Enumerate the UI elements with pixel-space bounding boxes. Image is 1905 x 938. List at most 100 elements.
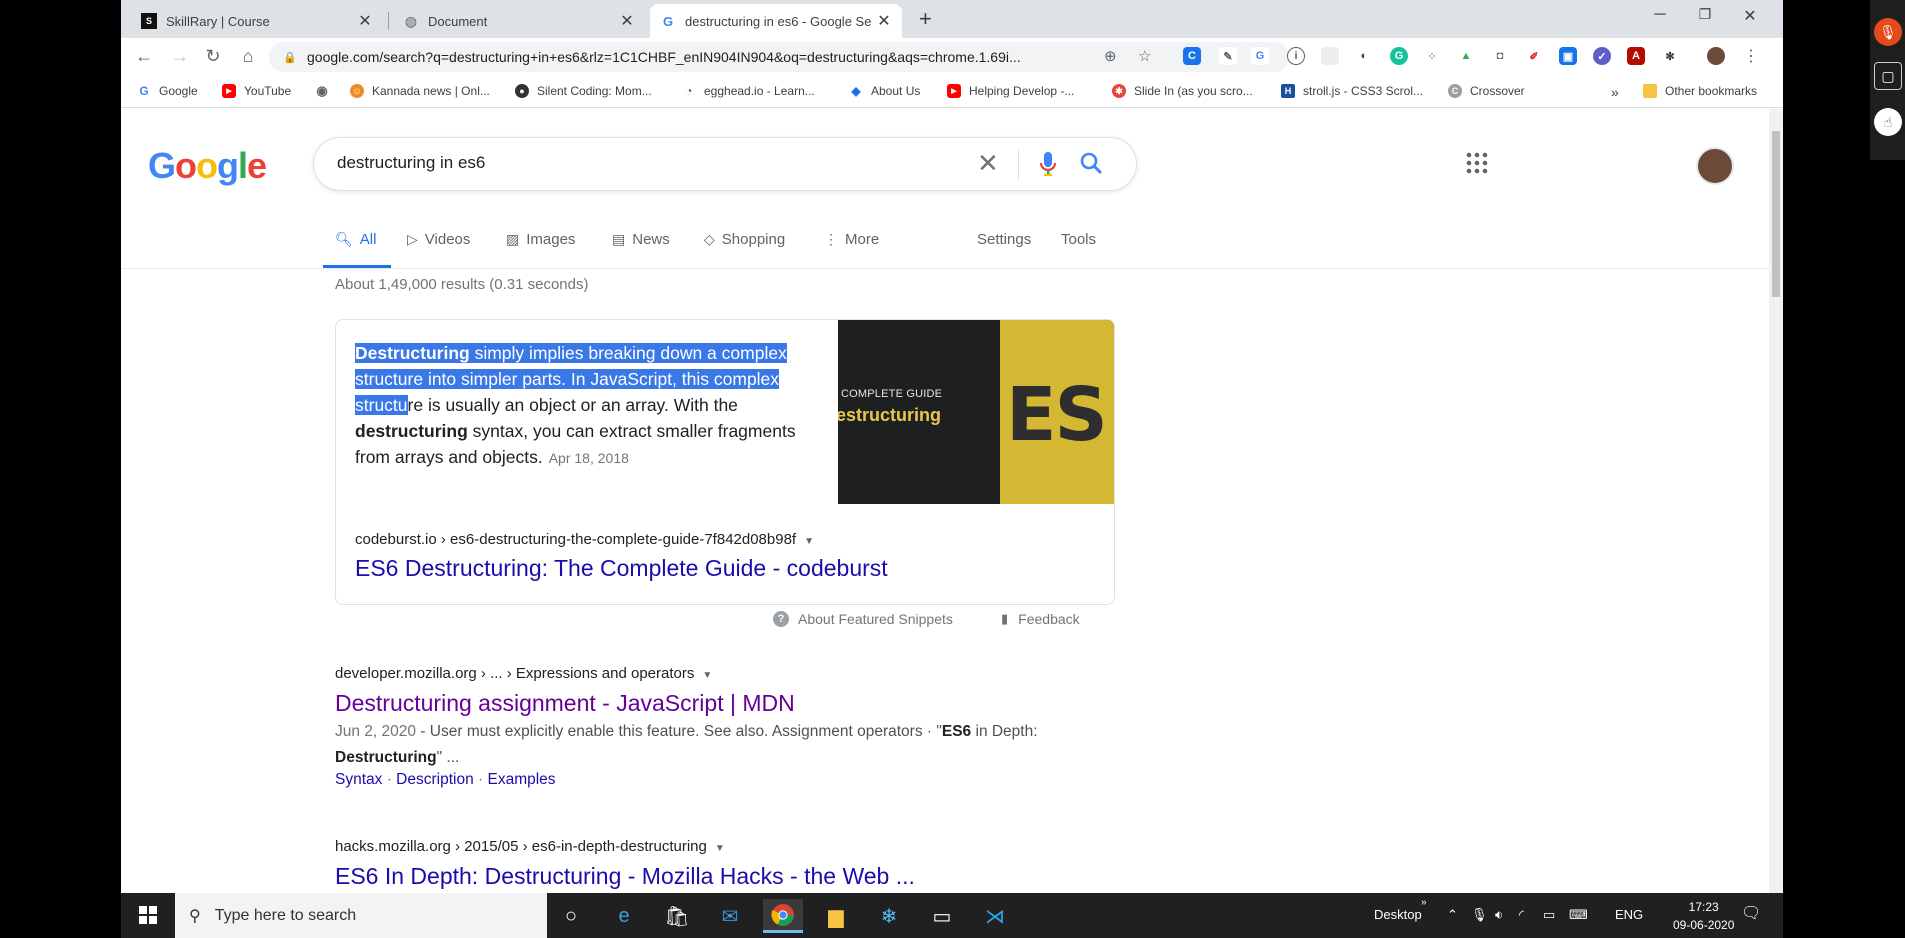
vscode-icon[interactable]: ⋊	[975, 899, 1015, 933]
taskbar-search-input[interactable]: ⚲ Type here to search	[175, 893, 547, 938]
close-icon[interactable]: ✕	[357, 11, 373, 31]
store-icon[interactable]: 🛍︎	[657, 899, 697, 933]
bookmark-crossover[interactable]: C Crossover	[1448, 84, 1525, 98]
address-bar[interactable]: 🔒 google.com/search?q=destructuring+in+e…	[269, 42, 1289, 72]
tab-more[interactable]: ⋮ More	[824, 231, 879, 248]
microphone-icon[interactable]	[1037, 150, 1059, 183]
extension-bug-icon[interactable]: ✻	[1661, 47, 1679, 65]
sitelink-syntax[interactable]: Syntax	[335, 771, 382, 788]
extension-c-icon[interactable]: C	[1183, 47, 1201, 65]
extension-pen-icon[interactable]: ✎	[1219, 47, 1237, 65]
minimize-button[interactable]: ─	[1645, 6, 1675, 24]
tab-shopping[interactable]: ◇ Shopping	[704, 231, 785, 248]
grammarly-icon[interactable]: G	[1390, 47, 1408, 65]
wifi-icon[interactable]: ◜	[1519, 907, 1524, 923]
notifications-icon[interactable]: 🗨︎	[1741, 903, 1761, 923]
desktop-toolbar-label[interactable]: Desktop	[1374, 907, 1422, 922]
caret-down-icon[interactable]: ▼	[715, 843, 725, 854]
bookmark-youtube[interactable]: ▶ YouTube	[222, 84, 291, 98]
extension-dots-icon[interactable]: ⁘	[1423, 47, 1441, 65]
tab-tools[interactable]: Tools	[1061, 231, 1096, 248]
battery-icon[interactable]: ▭	[1543, 907, 1555, 923]
tab-images[interactable]: ▨ Images	[506, 231, 575, 248]
extension-dark-mode-icon[interactable]: ◐	[1355, 47, 1373, 65]
caret-down-icon[interactable]: ▼	[702, 670, 712, 681]
bookmark-stroll-js[interactable]: Hstroll.js - CSS3 Scrol...	[1281, 84, 1423, 98]
search-icon[interactable]	[1079, 150, 1105, 183]
account-avatar[interactable]	[1696, 147, 1734, 185]
new-tab-button[interactable]: +	[919, 8, 932, 30]
search-input[interactable]: destructuring in es6 ✕	[313, 137, 1137, 191]
pdf-icon[interactable]: A	[1627, 47, 1645, 65]
volume-icon[interactable]: 🔉︎	[1495, 907, 1503, 923]
camera-icon[interactable]: ◘	[1491, 47, 1509, 65]
drive-icon[interactable]: ▲	[1457, 47, 1475, 65]
terminal-icon[interactable]: ▭	[922, 899, 962, 933]
result-title-link[interactable]: ES6 In Depth: Destructuring - Mozilla Ha…	[335, 863, 1095, 890]
bookmark-egghead[interactable]: ◔ egghead.io - Learn...	[682, 84, 815, 98]
bookmark-other[interactable]: Other bookmarks	[1643, 84, 1757, 98]
bookmark-silent-coding[interactable]: ● Silent Coding: Mom...	[515, 84, 652, 98]
bookmark-about-us[interactable]: ◆ About Us	[849, 84, 920, 98]
google-logo[interactable]: Google	[148, 145, 267, 187]
bookmark-google[interactable]: G Google	[137, 84, 198, 98]
restore-button[interactable]: ❐	[1690, 6, 1720, 23]
back-icon[interactable]: ←	[132, 46, 156, 67]
close-icon[interactable]: ✕	[876, 11, 892, 31]
language-indicator[interactable]: ENG	[1615, 907, 1643, 922]
edge-icon[interactable]: e	[604, 899, 644, 933]
sitelink-examples[interactable]: Examples	[487, 771, 555, 788]
forward-icon[interactable]: →	[168, 46, 192, 67]
clock[interactable]: 17:23 09-06-2020	[1673, 898, 1734, 934]
task-view-icon[interactable]: ○	[551, 899, 591, 933]
page-scrollbar[interactable]	[1769, 109, 1783, 893]
extension-square-icon[interactable]	[1321, 47, 1339, 65]
tab-google-search[interactable]: G destructuring in es6 - Google Se ✕	[650, 4, 902, 38]
chrome-icon[interactable]	[763, 899, 803, 933]
mic-off-icon[interactable]: 🎙︎	[1874, 18, 1902, 46]
result-cite[interactable]: hacks.mozilla.org › 2015/05 › es6-in-dep…	[335, 838, 1095, 855]
tab-videos[interactable]: ▷ Videos	[407, 231, 470, 248]
scrollbar-thumb[interactable]	[1772, 131, 1780, 297]
bookmark-slide-in[interactable]: ✱ Slide In (as you scro...	[1112, 84, 1253, 98]
bookmark-helping-develop[interactable]: ▶ Helping Develop -...	[947, 84, 1074, 98]
snippet-thumbnail[interactable]: ES COMPLETE GUIDE estructuring	[838, 320, 1114, 504]
feedback-link[interactable]: ▮ Feedback	[1001, 611, 1080, 627]
microphone-tray-icon[interactable]: 🎙︎	[1471, 907, 1488, 923]
mail-icon[interactable]: ✉	[710, 899, 750, 933]
reload-icon[interactable]: ↻	[201, 46, 225, 67]
pointer-icon[interactable]: ☝︎	[1874, 108, 1902, 136]
result-title-link[interactable]: Destructuring assignment - JavaScript | …	[335, 690, 1095, 717]
home-icon[interactable]: ⌂	[236, 46, 260, 67]
snippet-title-link[interactable]: ES6 Destructuring: The Complete Guide - …	[355, 555, 888, 582]
close-window-button[interactable]: ✕	[1735, 6, 1765, 26]
close-icon[interactable]: ✕	[619, 11, 635, 31]
snowflake-app-icon[interactable]: ❄	[869, 899, 909, 933]
menu-dots-icon[interactable]: ⋮	[1739, 46, 1763, 66]
snippet-cite[interactable]: codeburst.io › es6-destructuring-the-com…	[355, 531, 814, 548]
bookmark-kannada-news[interactable]: ☺ Kannada news | Onl...	[350, 84, 490, 98]
show-hidden-icons[interactable]: ⌃	[1447, 907, 1458, 923]
windows-start-icon[interactable]	[139, 906, 157, 924]
bookmark-globe[interactable]: ◉	[315, 83, 337, 98]
result-cite[interactable]: developer.mozilla.org › ... › Expression…	[335, 665, 1095, 682]
extension-check-icon[interactable]: ✓	[1593, 47, 1611, 65]
tab-all[interactable]: 🔍︎ All	[335, 231, 376, 248]
extension-screens-icon[interactable]: ▣	[1559, 47, 1577, 65]
extension-google-icon[interactable]: G	[1251, 47, 1269, 65]
toolbar-overflow-icon[interactable]: »	[1421, 897, 1427, 908]
window-icon[interactable]: ▢	[1874, 62, 1902, 90]
tab-document[interactable]: ◍ Document ✕	[393, 4, 645, 38]
bookmark-star-icon[interactable]: ☆	[1138, 47, 1151, 65]
clear-icon[interactable]: ✕	[977, 148, 999, 179]
google-apps-icon[interactable]	[1466, 152, 1488, 179]
file-explorer-icon[interactable]: ▆	[816, 899, 856, 933]
sitelink-description[interactable]: Description	[396, 771, 474, 788]
tab-settings[interactable]: Settings	[977, 231, 1031, 248]
keyboard-icon[interactable]: ⌨	[1569, 907, 1588, 923]
tab-skillrary[interactable]: S SkillRary | Course ✕	[131, 4, 383, 38]
tab-news[interactable]: ▤ News	[612, 231, 670, 248]
extension-marker-icon[interactable]: ✐	[1525, 47, 1543, 65]
extension-circle-icon[interactable]: i	[1287, 47, 1305, 65]
zoom-icon[interactable]: ⊕	[1104, 47, 1117, 65]
